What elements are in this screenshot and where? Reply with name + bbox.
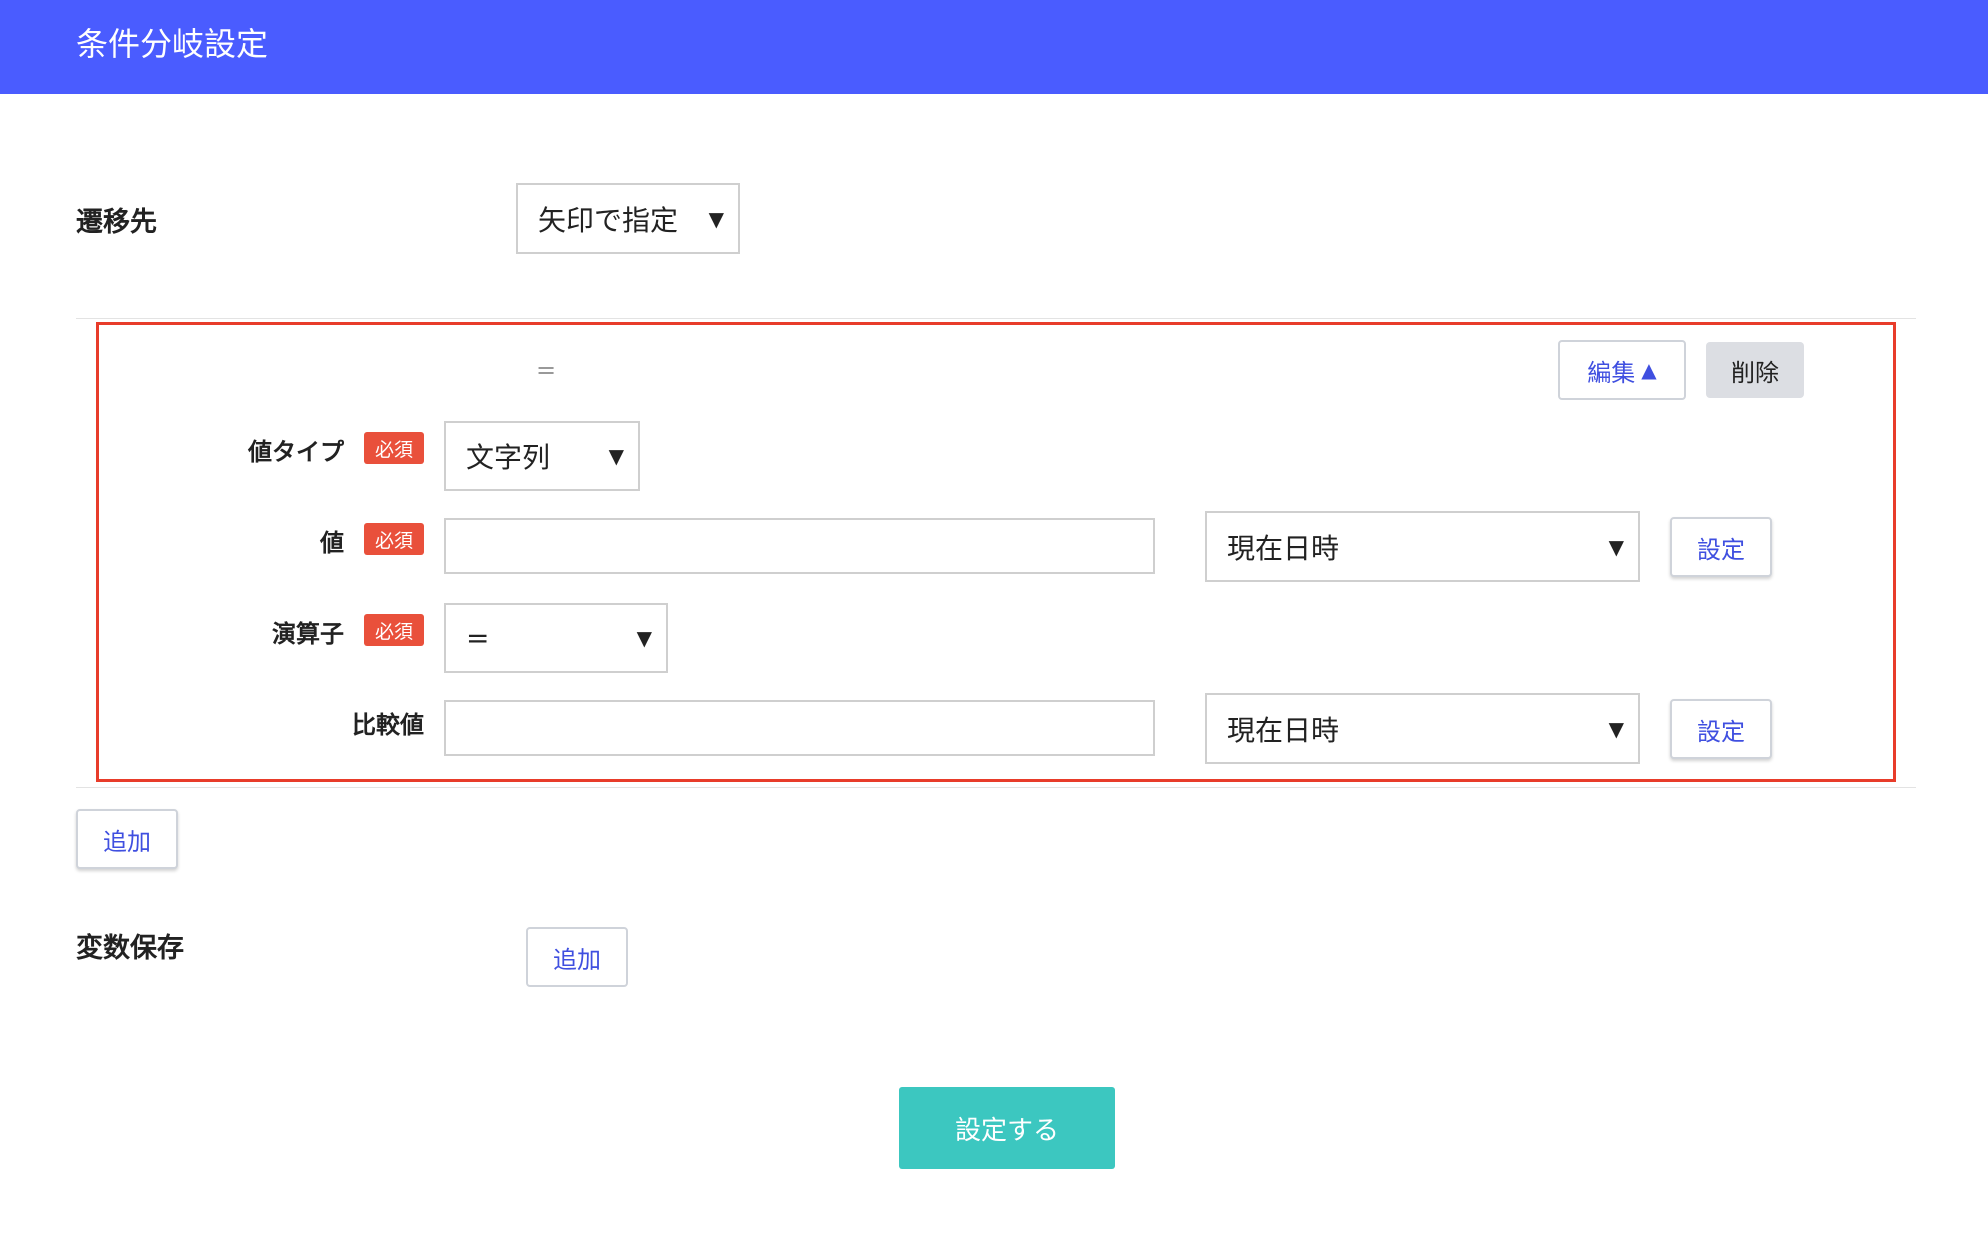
add-variable-button[interactable]: 追加: [526, 927, 628, 987]
condition-summary: =: [536, 356, 557, 384]
delete-button[interactable]: 削除: [1706, 342, 1804, 398]
destination-select[interactable]: 矢印で指定 ▼: [516, 183, 740, 254]
caret-down-icon: ▼: [708, 206, 724, 231]
compare-value-set-button[interactable]: 設定: [1670, 699, 1772, 759]
destination-select-value: 矢印で指定: [538, 203, 679, 237]
compare-value-input[interactable]: [444, 700, 1155, 756]
value-set-button[interactable]: 設定: [1670, 517, 1772, 577]
section-divider: [76, 787, 1916, 788]
value-type-select-value: 文字列: [466, 441, 551, 474]
value-preset-select[interactable]: 現在日時 ▼: [1205, 511, 1640, 582]
app-header: 条件分岐設定: [0, 0, 1988, 94]
required-badge: 必須: [364, 614, 424, 646]
required-badge: 必須: [364, 432, 424, 464]
compare-value-preset-select[interactable]: 現在日時 ▼: [1205, 693, 1640, 764]
value-type-label: 値タイプ: [248, 438, 344, 466]
triangle-up-icon: ▲: [1641, 358, 1657, 382]
value-type-select[interactable]: 文字列 ▼: [444, 421, 640, 491]
caret-down-icon: ▼: [608, 444, 624, 468]
caret-down-icon: ▼: [636, 626, 652, 650]
operator-label: 演算子: [272, 620, 344, 648]
submit-button[interactable]: 設定する: [899, 1087, 1115, 1169]
operator-select[interactable]: = ▼: [444, 603, 668, 673]
caret-down-icon: ▼: [1608, 716, 1624, 741]
value-preset-select-value: 現在日時: [1227, 531, 1340, 565]
operator-select-value: =: [466, 621, 490, 655]
caret-down-icon: ▼: [1608, 534, 1624, 559]
edit-button-label: 編集: [1587, 358, 1636, 387]
variable-save-label: 変数保存: [76, 933, 184, 964]
section-divider: [76, 318, 1916, 319]
edit-button[interactable]: 編集 ▲: [1558, 340, 1686, 400]
page-title: 条件分岐設定: [76, 25, 269, 63]
add-condition-button[interactable]: 追加: [76, 809, 178, 869]
value-input[interactable]: [444, 518, 1155, 574]
destination-label: 遷移先: [76, 207, 157, 238]
compare-value-label: 比較値: [352, 711, 424, 739]
required-badge: 必須: [364, 523, 424, 555]
compare-value-preset-select-value: 現在日時: [1227, 713, 1340, 747]
value-label: 値: [320, 529, 344, 557]
